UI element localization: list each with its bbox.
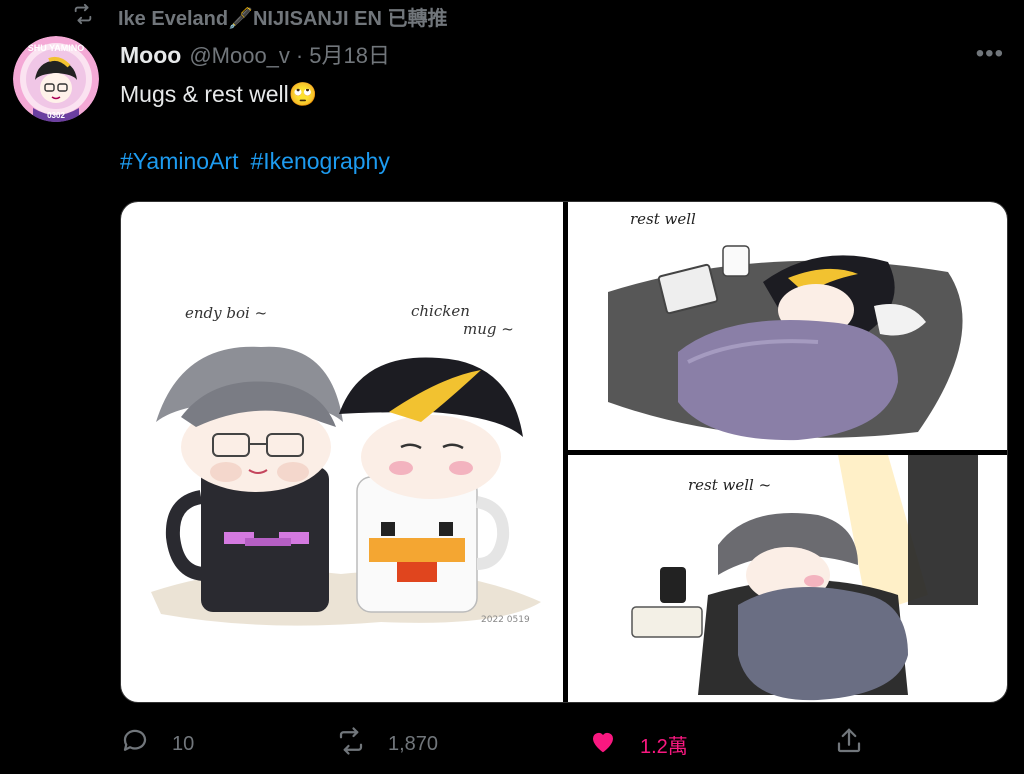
- retweet-button[interactable]: 1,870: [336, 726, 438, 762]
- author-handle[interactable]: @Mooo_v: [189, 43, 290, 69]
- hashtag-link[interactable]: #YaminoArt: [120, 148, 238, 175]
- separator-dot: ·: [295, 43, 304, 68]
- media-image-mugs[interactable]: endy boi ~ chicken mug ~ 2022 0519: [121, 202, 563, 702]
- artist-signature: 2022 0519: [481, 615, 530, 625]
- retweet-count: 1,870: [388, 732, 439, 755]
- avatar-label-top: SHU YAMINO: [28, 43, 85, 53]
- more-options-icon[interactable]: •••: [976, 42, 1004, 66]
- caption-endy: endy boi ~: [185, 304, 267, 322]
- media-image-rest-well-2[interactable]: rest well ~: [568, 455, 1007, 702]
- heart-icon: [588, 726, 618, 762]
- avatar[interactable]: SHU YAMINO 0302: [13, 36, 99, 122]
- tweet-text: Mugs & rest well🙄: [120, 81, 318, 107]
- tweet-actions: 10 1,870 1.2萬: [0, 726, 1024, 762]
- caption-rest-well-2: rest well ~: [688, 476, 771, 494]
- retweet-icon: [72, 3, 94, 30]
- reply-count: 10: [172, 732, 195, 755]
- caption-chicken: chicken: [411, 302, 470, 320]
- reply-button[interactable]: 10: [120, 726, 194, 762]
- reply-icon: [120, 726, 150, 762]
- share-button[interactable]: [834, 726, 864, 762]
- author-name[interactable]: Mooo: [120, 42, 181, 69]
- retweet-icon: [336, 726, 366, 762]
- retweet-context-label: Ike Eveland🖋️NIJISANJI EN 已轉推: [118, 7, 448, 30]
- retweet-context[interactable]: Ike Eveland🖋️NIJISANJI EN 已轉推: [72, 3, 448, 30]
- caption-mug: mug ~: [463, 320, 514, 338]
- tweet-header: Mooo @Mooo_v · 5月18日: [120, 38, 390, 70]
- tweet-date[interactable]: 5月18日: [309, 38, 390, 70]
- like-button[interactable]: 1.2萬: [588, 726, 688, 762]
- avatar-label-bottom: 0302: [47, 111, 65, 120]
- like-count: 1.2萬: [640, 735, 688, 758]
- media-image-rest-well-1[interactable]: rest well: [568, 202, 1007, 450]
- share-icon: [834, 726, 864, 762]
- hashtag-list: #YaminoArt #Ikenography: [120, 148, 390, 175]
- hashtag-link[interactable]: #Ikenography: [250, 148, 389, 175]
- media-grid: endy boi ~ chicken mug ~ 2022 0519 rest …: [120, 201, 1008, 703]
- caption-rest-well: rest well: [630, 210, 696, 228]
